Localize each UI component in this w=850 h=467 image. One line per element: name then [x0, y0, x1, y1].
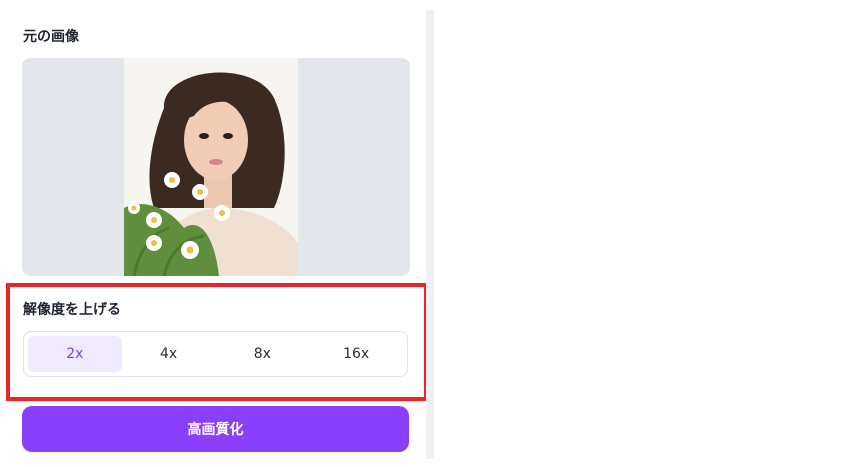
highlight-annotation-box	[6, 283, 428, 401]
original-image-frame	[22, 58, 410, 276]
original-photo	[124, 58, 298, 276]
upscale-button[interactable]: 高画質化	[22, 406, 409, 452]
panel-divider	[426, 10, 434, 459]
settings-panel: 元の画像 解像度を上げる 2x 4x 8x 16x 高画質化	[0, 0, 428, 459]
original-image-title: 元の画像	[23, 29, 79, 45]
preview-area	[434, 0, 850, 467]
portrait-image	[124, 58, 298, 276]
